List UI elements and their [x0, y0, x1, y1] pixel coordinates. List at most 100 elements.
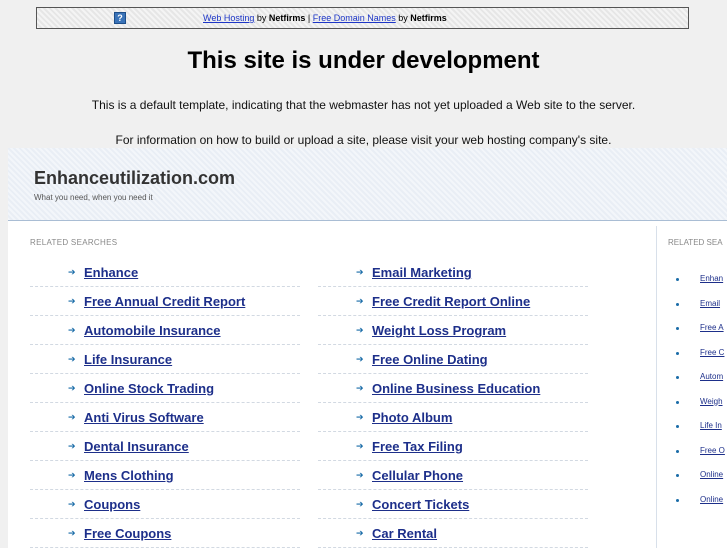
banner-separator: | — [305, 13, 313, 23]
banner-links: Web Hosting by Netfirms | Free Domain Na… — [203, 13, 447, 23]
search-link[interactable]: Coupons — [84, 497, 140, 512]
arrow-right-icon: ➔ — [356, 296, 364, 306]
bullet-icon — [676, 351, 679, 355]
page-title: This site is under development — [187, 47, 540, 74]
arrow-right-icon: ➔ — [68, 296, 76, 306]
search-link[interactable]: Weight Loss Program — [372, 323, 506, 338]
sidebar-link[interactable]: Free A — [700, 323, 724, 332]
search-link-row[interactable]: ➔ Dental Insurance — [30, 432, 300, 461]
arrow-right-icon: ➔ — [356, 441, 364, 451]
sidebar-link[interactable]: Life In — [700, 421, 722, 430]
search-link[interactable]: Anti Virus Software — [84, 410, 204, 425]
search-link[interactable]: Enhance — [84, 265, 138, 280]
sidebar-link[interactable]: Online — [700, 495, 723, 504]
bullet-icon — [676, 376, 679, 379]
arrow-right-icon: ➔ — [68, 325, 76, 335]
bullet-icon — [676, 449, 679, 453]
search-link[interactable]: Concert Tickets — [372, 497, 469, 512]
search-link-row[interactable]: ➔ Free Tax Filing — [318, 432, 588, 461]
bullet-icon — [676, 278, 679, 281]
sidebar-link[interactable]: Free C — [700, 348, 724, 357]
arrow-right-icon: ➔ — [356, 499, 364, 509]
search-link[interactable]: Car Rental — [372, 526, 437, 541]
sidebar-link[interactable]: Autom — [700, 372, 723, 381]
search-link-row[interactable]: ➔ Free Online Dating — [318, 345, 588, 374]
web-hosting-link[interactable]: Web Hosting — [203, 13, 254, 23]
search-link[interactable]: Free Annual Credit Report — [84, 294, 245, 309]
arrow-right-icon: ➔ — [356, 528, 364, 538]
arrow-right-icon: ➔ — [68, 528, 76, 538]
search-link-row[interactable]: ➔ Free Coupons — [30, 519, 300, 548]
search-link[interactable]: Dental Insurance — [84, 439, 189, 454]
search-link-row[interactable]: ➔ Free Credit Report Online — [318, 287, 588, 316]
arrow-right-icon: ➔ — [356, 470, 364, 480]
search-link-row[interactable]: ➔ Concert Tickets — [318, 490, 588, 519]
banner-brand-2: Netfirms — [410, 13, 447, 23]
arrow-right-icon: ➔ — [356, 354, 364, 364]
arrow-right-icon: ➔ — [356, 383, 364, 393]
banner-by-1: by — [254, 13, 269, 23]
related-searches-right-column: ➔ Email Marketing ➔ Free Credit Report Onli… — [318, 258, 588, 548]
arrow-right-icon: ➔ — [68, 383, 76, 393]
arrow-right-icon: ➔ — [68, 499, 76, 509]
search-link[interactable]: Email Marketing — [372, 265, 472, 280]
related-searches-sidebar: RELATED SEA Enhan Email Free A Free C Autom W… — [658, 226, 727, 548]
bullet-icon — [676, 498, 679, 502]
search-link[interactable]: Mens Clothing — [84, 468, 174, 483]
search-link-row[interactable]: ➔ Cellular Phone — [318, 461, 588, 490]
related-searches-label: RELATED SEARCHES — [30, 238, 118, 247]
search-link-row[interactable]: ➔ Car Rental — [318, 519, 588, 548]
search-link[interactable]: Life Insurance — [84, 352, 172, 367]
bullet-icon — [676, 302, 679, 306]
arrow-right-icon: ➔ — [68, 470, 76, 480]
parked-domain-panel: Enhanceutilization.com What you need, wh… — [8, 148, 727, 548]
bullet-icon — [676, 474, 679, 477]
hosting-banner: ? Web Hosting by Netfirms | Free Domain … — [36, 7, 689, 29]
arrow-right-icon: ➔ — [68, 441, 76, 451]
search-link-row[interactable]: ➔ Email Marketing — [318, 258, 588, 287]
search-link[interactable]: Online Business Education — [372, 381, 540, 396]
search-link[interactable]: Free Coupons — [84, 526, 171, 541]
arrow-right-icon: ➔ — [356, 267, 364, 277]
sidebar-link[interactable]: Weigh — [700, 397, 723, 406]
arrow-right-icon: ➔ — [68, 354, 76, 364]
search-link[interactable]: Free Tax Filing — [372, 439, 463, 454]
sidebar-link[interactable]: Enhan — [700, 274, 723, 283]
panel-header: Enhanceutilization.com What you need, wh… — [8, 148, 727, 221]
sidebar-link[interactable]: Free O — [700, 446, 725, 455]
search-link-row[interactable]: ➔ Automobile Insurance — [30, 316, 300, 345]
search-link-row[interactable]: ➔ Weight Loss Program — [318, 316, 588, 345]
free-domain-names-link[interactable]: Free Domain Names — [313, 13, 396, 23]
arrow-right-icon: ➔ — [68, 267, 76, 277]
search-link[interactable]: Photo Album — [372, 410, 452, 425]
arrow-right-icon: ➔ — [68, 412, 76, 422]
banner-brand-1: Netfirms — [268, 13, 306, 23]
search-link-row[interactable]: ➔ Mens Clothing — [30, 461, 300, 490]
search-link[interactable]: Free Credit Report Online — [372, 294, 530, 309]
default-template-notice: This is a default template, indicating t… — [91, 98, 636, 112]
site-tagline: What you need, when you need it — [34, 193, 153, 202]
bullet-icon — [676, 400, 679, 404]
search-link-row[interactable]: ➔ Online Business Education — [318, 374, 588, 403]
search-link[interactable]: Cellular Phone — [372, 468, 463, 483]
site-name: Enhanceutilization.com — [34, 168, 236, 188]
search-link-row[interactable]: ➔ Photo Album — [318, 403, 588, 432]
search-link-row[interactable]: ➔ Enhance — [30, 258, 300, 287]
related-searches-main: RELATED SEARCHES ➔ Enhance ➔ Free Annual Cr… — [12, 226, 657, 548]
sidebar-related-label: RELATED SEA — [668, 238, 723, 247]
search-link[interactable]: Online Stock Trading — [84, 381, 214, 396]
search-link-row[interactable]: ➔ Online Stock Trading — [30, 374, 300, 403]
bullet-icon — [676, 327, 679, 330]
search-link-row[interactable]: ➔ Anti Virus Software — [30, 403, 300, 432]
sidebar-link[interactable]: Email — [700, 299, 720, 308]
search-link[interactable]: Automobile Insurance — [84, 323, 221, 338]
arrow-right-icon: ➔ — [356, 412, 364, 422]
search-link-row[interactable]: ➔ Coupons — [30, 490, 300, 519]
search-link[interactable]: Free Online Dating — [372, 352, 488, 367]
search-link-row[interactable]: ➔ Free Annual Credit Report — [30, 287, 300, 316]
bullet-icon — [676, 425, 679, 428]
search-link-row[interactable]: ➔ Life Insurance — [30, 345, 300, 374]
sidebar-link[interactable]: Online — [700, 470, 723, 479]
hosting-info-notice: For information on how to build or uploa… — [115, 133, 612, 147]
related-searches-left-column: ➔ Enhance ➔ Free Annual Credit Report ➔ Autom… — [30, 258, 300, 548]
